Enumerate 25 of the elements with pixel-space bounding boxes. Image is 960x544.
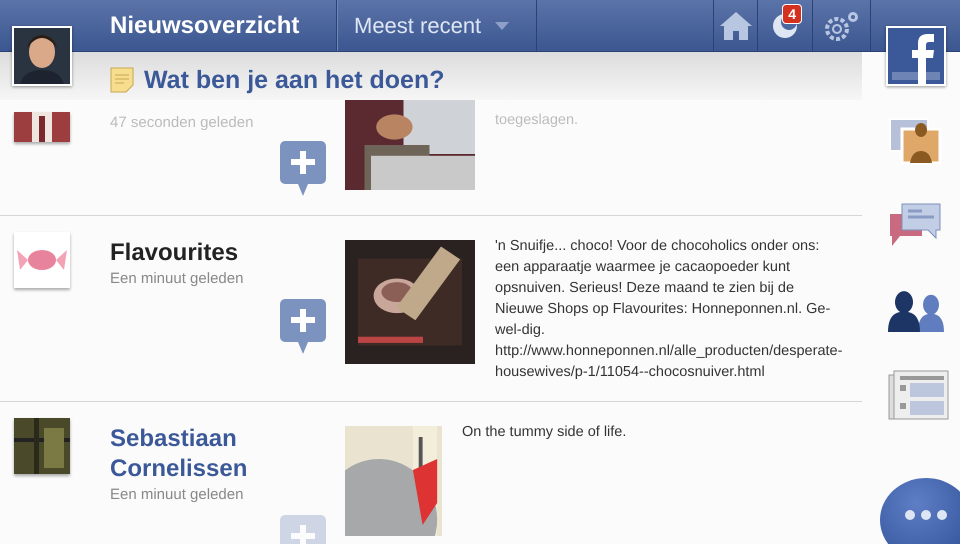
dot-icon [905,510,915,520]
page-title: Nieuwsoverzicht [110,0,337,51]
add-comment-icon [280,299,326,355]
post-time: 47 seconden geleden [110,114,254,131]
notification-badge: 4 [782,4,802,24]
comment-button[interactable] [280,141,326,197]
dot-icon [921,510,931,520]
author-name[interactable]: Sebastiaan Cornelissen [110,424,345,484]
caret-icon [495,22,510,30]
post-text: toegeslagen. [494,111,580,130]
author-name: Flavourites [110,238,240,268]
post-text: On the tummy side of life. [461,423,628,442]
comment-button[interactable] [280,299,326,355]
post-time: Een minuut geleden [110,270,244,287]
facebook-logo[interactable] [886,26,946,86]
notifications-button[interactable]: 4 [757,0,812,51]
note-icon [110,67,134,93]
dot-icon [937,510,947,520]
post-time: Een minuut geleden [110,486,244,503]
home-icon [720,12,752,40]
sort-dropdown[interactable]: Meest recent [337,0,537,51]
add-comment-icon [280,141,326,197]
post-text: 'n Snuifje... choco! Voor de chocoholics onder ons: een apparaatje waarmee je cacaopoeder kunt opsnuiven. Serieus! Deze maand te zien bij de Nieuwe Shops op Flavourites: Honneponnen.nl. Ge-wel-dig. http://www.honneponnen.nl/alle_producten/desperate-housewives/p-1/11054--chocosnuiver.html [494,237,844,382]
facebook-icon [888,28,944,84]
newspaper-icon [888,368,950,420]
